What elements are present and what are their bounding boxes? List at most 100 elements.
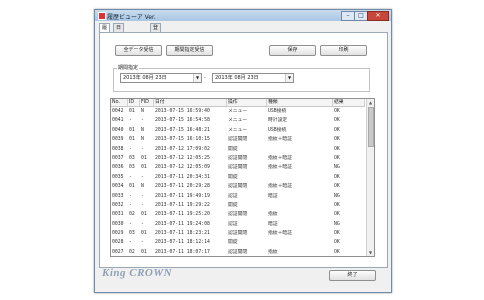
cell-no: 0037 (112, 155, 124, 161)
window-title: 履歴ビューア Ver. (107, 14, 156, 21)
column-header-result[interactable]: 結果 (333, 99, 365, 106)
table-row[interactable]: 0032- -2013-07-11 19:29:22 開錠 OK (111, 201, 365, 210)
cell-operation: 認証開閉 (228, 184, 248, 190)
close-button[interactable]: ✕ (367, 11, 389, 21)
column-header-id[interactable]: ID (128, 99, 140, 106)
table-row[interactable]: 0029 03 01 2013-07-11 18:23:21 認証開閉 指紋＋暗証 OK (111, 229, 365, 238)
table-row[interactable]: 0030- -2013-07-11 19:24:08 認証 暗証 NG (111, 220, 365, 229)
cell-type: 指紋＋暗証 (268, 137, 292, 143)
history-table[interactable]: No. ID FID 日付 操作 種類 結果 0042 01 N 2013-07-15… (110, 98, 375, 257)
cell-result: OK (334, 184, 340, 190)
cell-operation: 認証 (228, 221, 238, 227)
cell-date: 2013-07-11 20:34:31 (155, 174, 210, 180)
scroll-up-icon[interactable]: ▲ (367, 99, 374, 106)
cell-fid: - (141, 193, 144, 199)
cell-type: 指紋＋暗証 (268, 231, 292, 237)
maximize-icon: □ (358, 12, 364, 19)
cell-no: 0035 (112, 174, 124, 180)
cell-no: 0032 (112, 202, 124, 208)
table-row[interactable]: 0028- -2013-07-11 18:12:14 開錠 OK (111, 238, 365, 247)
cell-no: 0033 (112, 193, 124, 199)
title-bar[interactable]: 履歴ビューア Ver. – □ ✕ (95, 10, 391, 21)
cell-operation: メニュー (228, 127, 248, 133)
table-row[interactable]: 0035- -2013-07-11 20:34:31 開錠 OK (111, 173, 365, 182)
table-row[interactable]: 0031 02 01 2013-07-11 19:25:20 認証開閉 指紋 OK (111, 210, 365, 219)
cell-id: 01 (129, 184, 135, 190)
cell-result: OK (334, 231, 340, 237)
cell-date: 2013-07-11 18:23:21 (155, 231, 210, 237)
cell-operation: 認証開閉 (228, 231, 248, 237)
cell-no: 0042 (112, 109, 124, 114)
print-button[interactable]: 印刷 (320, 45, 367, 56)
cell-no: 0036 (112, 165, 124, 171)
table-row[interactable]: 0040 01 N 2013-07-15 16:48:21 メニュー USB接続 OK (111, 126, 365, 135)
table-row[interactable]: 0034 01 N 2013-07-11 20:29:28 認証開閉 指紋＋暗証 OK (111, 182, 365, 191)
cell-no: 0038 (112, 146, 124, 152)
column-header-fid[interactable]: FID (140, 99, 154, 106)
cell-operation: メニュー (228, 109, 248, 114)
cell-id: - (129, 221, 132, 227)
cell-type: 指紋＋暗証 (268, 165, 292, 171)
cell-no: 0030 (112, 221, 124, 227)
table-row[interactable]: 0038- -2013-07-12 17:09:02 開錠 OK (111, 145, 365, 154)
close-icon: ✕ (375, 12, 381, 19)
receive-all-button[interactable]: 全データ受信 (115, 45, 162, 56)
period-from-select[interactable]: 2013年 08月 23日 ▼ (120, 73, 202, 83)
cell-date: 2013-07-11 18:07:17 (155, 249, 210, 255)
tab-registration[interactable]: 登録情報 (150, 23, 162, 55)
scroll-down-icon[interactable]: ▼ (367, 249, 374, 256)
cell-result: OK (334, 109, 340, 114)
receive-period-button[interactable]: 期間指定受信 (166, 45, 213, 56)
table-row[interactable]: 0039 01 N 2013-07-15 16:10:15 認証開閉 指紋＋暗証 OK (111, 135, 365, 144)
cell-operation: メニュー (228, 118, 248, 124)
table-header: No. ID FID 日付 操作 種類 結果 (111, 99, 365, 107)
column-header-operation[interactable]: 操作 (227, 99, 267, 106)
cell-fid: - (141, 118, 144, 124)
column-header-date[interactable]: 日付 (154, 99, 227, 106)
cell-result: OK (334, 155, 340, 161)
minimize-button[interactable]: – (341, 11, 355, 21)
column-header-no[interactable]: No. (111, 99, 128, 106)
cell-id: - (129, 118, 132, 124)
cell-type: 暗証 (268, 193, 278, 199)
period-to-value: 2013年 08月 23日 (215, 75, 259, 81)
cell-date: 2013-07-15 16:10:15 (155, 137, 210, 143)
table-row[interactable]: 0041- -2013-07-15 16:54:58 メニュー 時計設定 OK (111, 116, 365, 125)
column-header-type[interactable]: 種類 (267, 99, 333, 106)
cell-date: 2013-07-11 18:12:14 (155, 240, 210, 246)
vertical-scrollbar[interactable]: ▲ ▼ (366, 99, 374, 256)
maximize-button[interactable]: □ (354, 11, 368, 21)
cell-operation: 認証開閉 (228, 249, 248, 255)
scroll-thumb[interactable] (368, 107, 374, 147)
cell-id: 03 (129, 165, 135, 171)
tab-date-time[interactable]: 日付／時刻 (113, 23, 125, 63)
chevron-down-icon[interactable]: ▼ (193, 74, 201, 82)
cell-id: - (129, 193, 132, 199)
cell-no: 0031 (112, 212, 124, 218)
cell-id: - (129, 202, 132, 208)
table-row[interactable]: 0033- -2013-07-11 19:49:19 認証 暗証 NG (111, 192, 365, 201)
cell-type: 指紋 (268, 212, 278, 218)
cell-type: 指紋 (268, 249, 278, 255)
table-row[interactable]: 0027 02 01 2013-07-11 18:07:17 認証開閉 指紋 OK (111, 248, 365, 256)
cell-result: OK (334, 202, 340, 208)
period-to-select[interactable]: 2013年 08月 23日 ▼ (212, 73, 294, 83)
cell-date: 2013-07-11 20:29:28 (155, 184, 210, 190)
cell-result: OK (334, 146, 340, 152)
table-row[interactable]: 0042 01 N 2013-07-15 16:59:40 メニュー USB接続 OK (111, 107, 365, 116)
cell-result: OK (334, 174, 340, 180)
cell-type: USB接続 (268, 127, 287, 133)
cell-fid: 01 (141, 155, 147, 161)
cell-fid: - (141, 202, 144, 208)
cell-fid: N (141, 137, 144, 143)
cell-operation: 認証開閉 (228, 212, 248, 218)
period-separator: - (204, 75, 206, 81)
cell-operation: 開錠 (228, 202, 238, 208)
chevron-down-icon[interactable]: ▼ (285, 74, 293, 82)
cell-operation: 開錠 (228, 146, 238, 152)
table-row[interactable]: 0036 03 01 2013-07-12 12:05:09 認証開閉 指紋＋暗証 NG (111, 163, 365, 172)
table-row[interactable]: 0037 03 01 2013-07-12 12:05:25 認証開閉 指紋＋暗証 OK (111, 154, 365, 163)
exit-button[interactable]: 終了 (329, 270, 376, 281)
app-icon (98, 12, 106, 20)
save-button[interactable]: 保存 (269, 45, 316, 56)
